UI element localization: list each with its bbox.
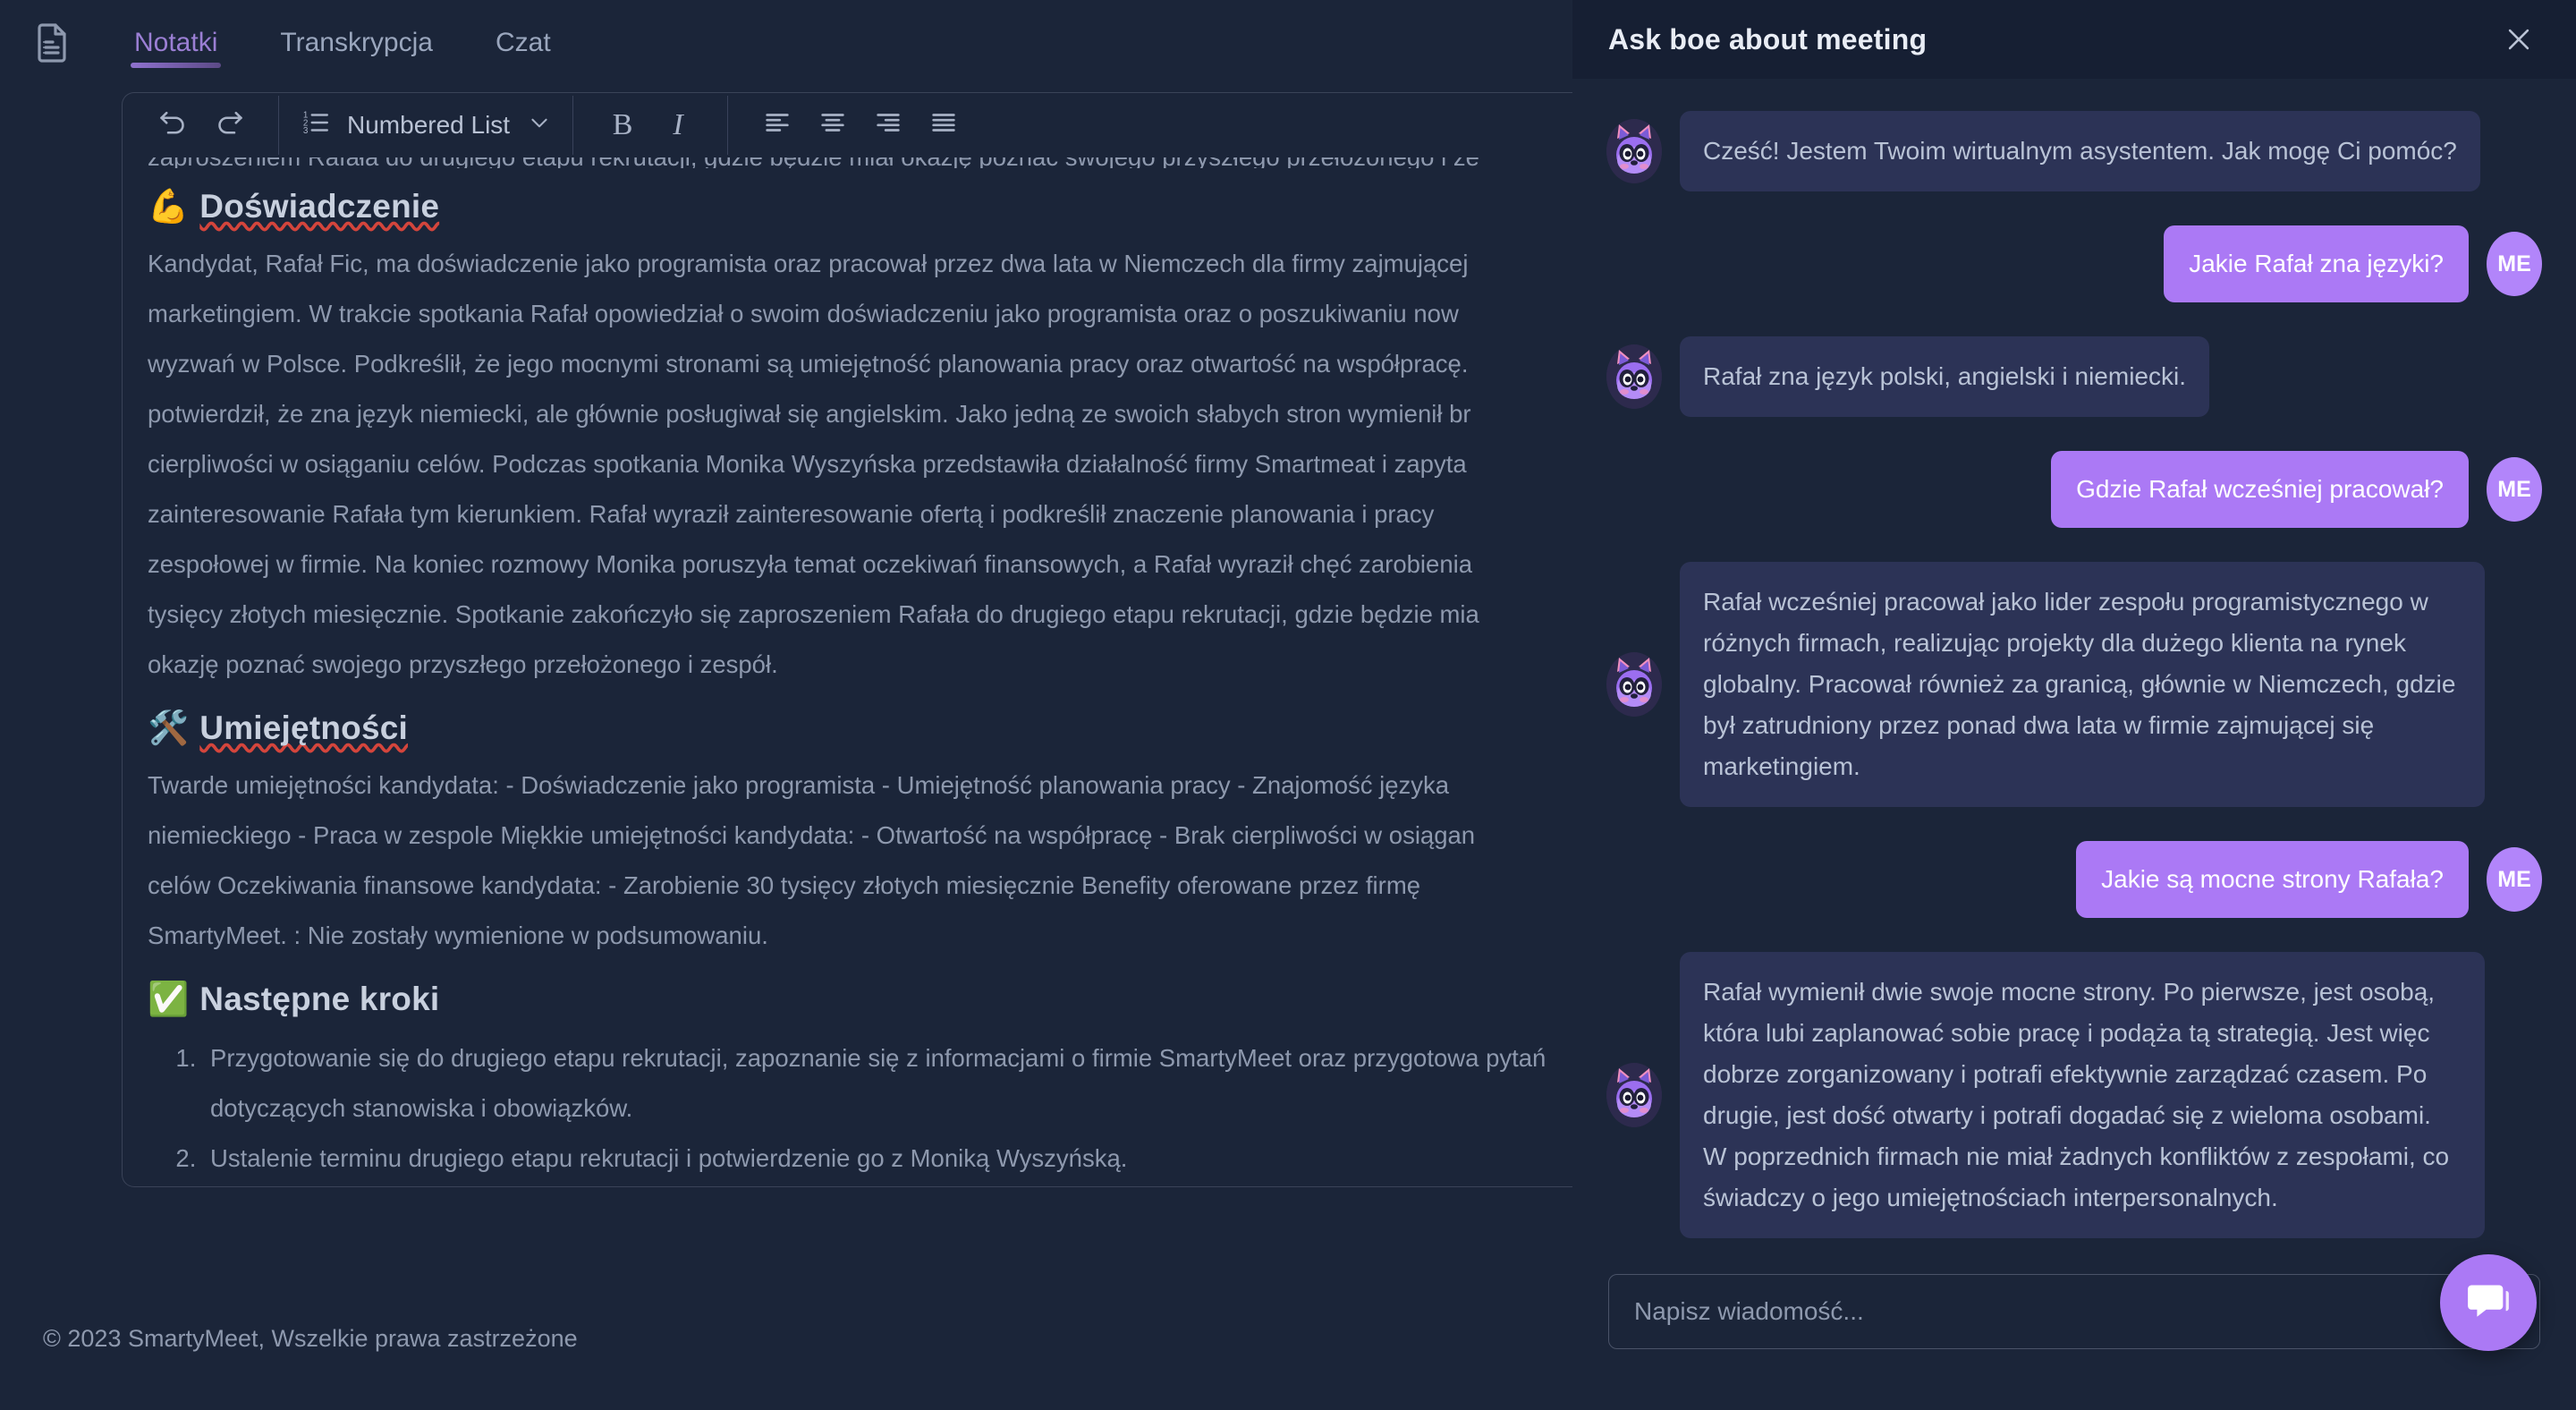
section-heading-umiejetnosci-label: Umiejętności (199, 709, 408, 746)
paragraph-line: okazję poznać swojego przyszłego przełoż… (148, 650, 778, 678)
raccoon-avatar-icon (1606, 344, 1662, 409)
align-right-button[interactable] (860, 98, 916, 153)
paragraph-line: cierpliwości w osiąganiu celów. Podczas … (148, 450, 1467, 478)
chat-message-user: Jakie są mocne strony Rafała? ME (1606, 841, 2542, 918)
section-heading-doswiadczenie: 💪 Doświadczenie (148, 188, 1572, 226)
tab-notatki[interactable]: Notatki (131, 0, 222, 86)
toolbar-divider-3 (727, 95, 729, 155)
redo-button[interactable] (201, 98, 257, 153)
app-root: Notatki Transkrypcja Czat 1 2 3 Numbered… (0, 0, 2576, 1410)
avatar: ME (2487, 847, 2542, 912)
avatar: ME (2487, 457, 2542, 522)
chat-panel: Ask boe about meeting Cześć! Jestem Twoi… (1572, 0, 2576, 1410)
align-left-icon (762, 107, 792, 142)
notes-region: Notatki Transkrypcja Czat 1 2 3 Numbered… (0, 0, 1572, 1410)
chat-input-bar (1572, 1249, 2576, 1410)
raccoon-avatar-icon (1606, 1063, 1662, 1127)
chat-message-bot: Rafał wymienił dwie swoje mocne strony. … (1606, 952, 2542, 1238)
toolbar-divider-1 (278, 95, 279, 155)
chat-bubble-bot: Rafał wcześniej pracował jako lider zesp… (1680, 562, 2485, 807)
list-style-label: Numbered List (347, 110, 511, 139)
bold-button[interactable]: B (595, 98, 650, 153)
list-item: Przygotowanie CV i innych dokumentów, kt… (203, 1184, 1572, 1186)
chat-bubble-bot: Rafał zna język polski, angielski i niem… (1680, 336, 2209, 417)
muscle-emoji-icon: 💪 (148, 188, 190, 225)
chat-title: Ask boe about meeting (1608, 22, 1928, 55)
svg-text:3: 3 (303, 126, 309, 136)
chat-message-input[interactable] (1608, 1274, 2540, 1349)
align-justify-icon (928, 107, 959, 142)
chat-fab-button[interactable] (2440, 1254, 2537, 1351)
align-right-icon (873, 107, 903, 142)
paragraph-line: zainteresowanie Rafała tym kierunkiem. R… (148, 500, 1435, 528)
section-heading-umiejetnosci: 🛠️ Umiejętności (148, 709, 1572, 748)
paragraph-line: Kandydat, Rafał Fic, ma doświadczenie ja… (148, 250, 1469, 277)
chat-bubble-user: Jakie Rafał zna języki? (2164, 225, 2469, 302)
redo-icon (213, 106, 245, 143)
chat-message-bot: Rafał zna język polski, angielski i niem… (1606, 336, 2542, 417)
editor-toolbar: 1 2 3 Numbered List B I (123, 93, 1572, 157)
chat-message-bot: Rafał wcześniej pracował jako lider zesp… (1606, 562, 2542, 807)
paragraph-line: marketingiem. W trakcie spotkania Rafał … (148, 300, 1459, 327)
chat-message-list[interactable]: Cześć! Jestem Twoim wirtualnym asystente… (1572, 79, 2576, 1249)
section-heading-nastepne-kroki-label: Następne kroki (199, 981, 440, 1017)
close-icon[interactable] (2497, 18, 2540, 61)
clipped-paragraph-line: zaproszeniem Rafała do drugiego etapu re… (148, 157, 1572, 168)
footer: © 2023 SmartyMeet, Wszelkie prawa zastrz… (0, 1267, 1572, 1410)
paragraph-line: SmartyMeet. : Nie zostały wymienione w p… (148, 922, 768, 949)
undo-icon (157, 106, 190, 143)
paragraph-line: tysięcy złotych miesięcznie. Spotkanie z… (148, 600, 1479, 628)
section-heading-doswiadczenie-label: Doświadczenie (199, 188, 440, 225)
align-center-button[interactable] (805, 98, 860, 153)
document-icon (30, 21, 73, 64)
chat-bubble-bot: Cześć! Jestem Twoim wirtualnym asystente… (1680, 111, 2480, 191)
tab-bar: Notatki Transkrypcja Czat (0, 0, 1572, 86)
chat-message-user: Jakie Rafał zna języki? ME (1606, 225, 2542, 302)
check-mark-emoji-icon: ✅ (148, 981, 190, 1017)
copyright-text: © 2023 SmartyMeet, Wszelkie prawa zastrz… (43, 1324, 578, 1352)
italic-label: I (673, 107, 683, 141)
chat-header: Ask boe about meeting (1572, 0, 2576, 79)
notes-editor-card: 1 2 3 Numbered List B I 💪 Doświadczenie … (122, 92, 1572, 1187)
align-center-icon (818, 107, 848, 142)
tab-transkrypcja[interactable]: Transkrypcja (276, 0, 436, 86)
paragraph-line: Twarde umiejętności kandydata: - Doświad… (148, 771, 1450, 799)
chat-bubble-bot: Rafał wymienił dwie swoje mocne strony. … (1680, 952, 2485, 1238)
paragraph-line: niemieckiego - Praca w zespole Miękkie u… (148, 821, 1476, 849)
chat-bubble-icon (2463, 1276, 2513, 1330)
chat-bubble-user: Jakie są mocne strony Rafała? (2076, 841, 2469, 918)
align-left-button[interactable] (750, 98, 805, 153)
numbered-list-icon: 1 2 3 (301, 107, 331, 142)
tab-notatki-label: Notatki (134, 28, 218, 57)
bold-label: B (612, 107, 633, 141)
paragraph-line: wyzwań w Polsce. Podkreślił, że jego moc… (148, 350, 1469, 378)
chat-message-bot: Cześć! Jestem Twoim wirtualnym asystente… (1606, 111, 2542, 191)
chevron-down-icon (528, 111, 551, 139)
tab-czat-label: Czat (495, 28, 551, 57)
undo-button[interactable] (146, 98, 201, 153)
paragraph-line: celów Oczekiwania finansowe kandydata: -… (148, 871, 1421, 899)
tab-czat[interactable]: Czat (492, 0, 555, 86)
next-steps-list: Przygotowanie się do drugiego etapu rekr… (148, 1033, 1572, 1186)
italic-button[interactable]: I (650, 98, 706, 153)
raccoon-avatar-icon (1606, 119, 1662, 183)
list-item: Ustalenie terminu drugiego etapu rekruta… (203, 1134, 1572, 1184)
chat-bubble-user: Gdzie Rafał wcześniej pracował? (2051, 451, 2469, 528)
tab-transkrypcja-label: Transkrypcja (280, 28, 433, 57)
avatar: ME (2487, 232, 2542, 296)
list-style-select[interactable]: 1 2 3 Numbered List (301, 98, 551, 153)
toolbar-divider-2 (572, 95, 574, 155)
chat-message-user: Gdzie Rafał wcześniej pracował? ME (1606, 451, 2542, 528)
section-heading-nastepne-kroki: ✅ Następne kroki (148, 981, 1572, 1019)
raccoon-avatar-icon (1606, 652, 1662, 717)
notes-content[interactable]: zaproszeniem Rafała do drugiego etapu re… (123, 157, 1572, 1186)
list-item: Przygotowanie się do drugiego etapu rekr… (203, 1033, 1572, 1134)
paragraph-line: zespołowej w firmie. Na koniec rozmowy M… (148, 550, 1473, 578)
tools-emoji-icon: 🛠️ (148, 709, 190, 746)
align-justify-button[interactable] (916, 98, 971, 153)
paragraph-line: potwierdził, że zna język niemiecki, ale… (148, 400, 1471, 428)
